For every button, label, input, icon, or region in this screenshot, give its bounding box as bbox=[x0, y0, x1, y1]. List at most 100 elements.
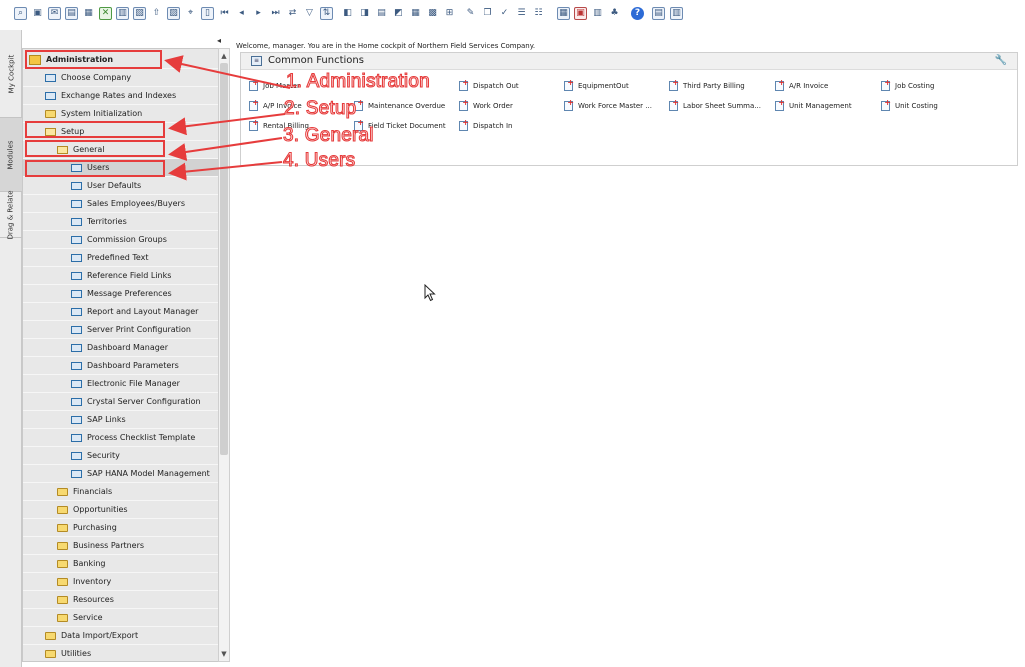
print-icon[interactable]: ▣ bbox=[31, 7, 44, 20]
document-icon[interactable]: ▨ bbox=[167, 7, 180, 20]
tree-item-sales-employees-buyers[interactable]: Sales Employees/Buyers bbox=[23, 195, 219, 213]
tree-scrollbar[interactable]: ▲ ▼ bbox=[218, 48, 230, 662]
alerts-icon[interactable]: ☷ bbox=[532, 7, 545, 20]
function-a-r-invoice[interactable]: A/R Invoice bbox=[775, 78, 828, 93]
tree-item-electronic-file-manager[interactable]: Electronic File Manager bbox=[23, 375, 219, 393]
function-unit-management[interactable]: Unit Management bbox=[775, 98, 852, 113]
window-icon[interactable]: ▤ bbox=[652, 7, 665, 20]
add-icon[interactable]: ▯ bbox=[201, 7, 214, 20]
target-document-icon[interactable]: ◨ bbox=[358, 7, 371, 20]
function-work-order[interactable]: Work Order bbox=[459, 98, 513, 113]
function-work-force-master[interactable]: Work Force Master ... bbox=[564, 98, 652, 113]
tree-item-server-print-configuration[interactable]: Server Print Configuration bbox=[23, 321, 219, 339]
tree-item-report-and-layout-manager[interactable]: Report and Layout Manager bbox=[23, 303, 219, 321]
scrollbar-thumb[interactable] bbox=[220, 63, 228, 455]
approve-icon[interactable]: ✓ bbox=[498, 7, 511, 20]
next-record-icon[interactable]: ▸ bbox=[252, 7, 265, 20]
tree-item-utilities[interactable]: Utilities bbox=[23, 645, 219, 661]
tree-item-financials[interactable]: Financials bbox=[23, 483, 219, 501]
tree-item-sap-hana-model-management[interactable]: SAP HANA Model Management bbox=[23, 465, 219, 483]
relation-map-icon[interactable]: ▩ bbox=[426, 7, 439, 20]
scroll-down-icon[interactable]: ▼ bbox=[219, 649, 229, 659]
tree-item-setup[interactable]: Setup bbox=[23, 123, 219, 141]
help-icon[interactable]: ? bbox=[631, 7, 644, 20]
last-record-icon[interactable]: ⏭ bbox=[269, 7, 282, 20]
collapse-panel-icon[interactable]: ◂ bbox=[217, 36, 221, 45]
tree-item-predefined-text[interactable]: Predefined Text bbox=[23, 249, 219, 267]
tree-item-purchasing[interactable]: Purchasing bbox=[23, 519, 219, 537]
scroll-up-icon[interactable]: ▲ bbox=[219, 51, 229, 61]
tree-item-sap-links[interactable]: SAP Links bbox=[23, 411, 219, 429]
spreadsheet-icon[interactable]: ▥ bbox=[591, 7, 604, 20]
tree-item-crystal-server-configuration[interactable]: Crystal Server Configuration bbox=[23, 393, 219, 411]
function-maintenance-overdue[interactable]: Maintenance Overdue bbox=[354, 98, 445, 113]
folder-icon bbox=[57, 577, 68, 586]
calendar-icon[interactable]: ▣ bbox=[574, 7, 587, 20]
copy-icon[interactable]: ❐ bbox=[481, 7, 494, 20]
tree-item-reference-field-links[interactable]: Reference Field Links bbox=[23, 267, 219, 285]
lock-icon[interactable]: ▥ bbox=[116, 7, 129, 20]
function-third-party-billing[interactable]: Third Party Billing bbox=[669, 78, 745, 93]
tree-item-choose-company[interactable]: Choose Company bbox=[23, 69, 219, 87]
journal-icon[interactable]: ◩ bbox=[392, 7, 405, 20]
tree-item-process-checklist-template[interactable]: Process Checklist Template bbox=[23, 429, 219, 447]
edit-icon[interactable]: ✎ bbox=[464, 7, 477, 20]
find-icon[interactable]: ⌖ bbox=[184, 7, 197, 20]
tree-item-users[interactable]: Users bbox=[23, 159, 219, 177]
base-document-icon[interactable]: ◧ bbox=[341, 7, 354, 20]
tree-item-commission-groups[interactable]: Commission Groups bbox=[23, 231, 219, 249]
function-job-costing[interactable]: Job Costing bbox=[881, 78, 934, 93]
email-icon[interactable]: ✉ bbox=[48, 7, 61, 20]
tree-item-business-partners[interactable]: Business Partners bbox=[23, 537, 219, 555]
layout-icon[interactable]: ▥ bbox=[670, 7, 683, 20]
function-label: Third Party Billing bbox=[683, 82, 745, 90]
tree-item-inventory[interactable]: Inventory bbox=[23, 573, 219, 591]
first-record-icon[interactable]: ⏮ bbox=[218, 7, 231, 20]
previous-record-icon[interactable]: ◂ bbox=[235, 7, 248, 20]
calculator-icon[interactable]: ▦ bbox=[557, 7, 570, 20]
filter-icon[interactable]: ▽ bbox=[303, 7, 316, 20]
tree-item-system-initialization[interactable]: System Initialization bbox=[23, 105, 219, 123]
payment-icon[interactable]: ▦ bbox=[409, 7, 422, 20]
tree-item-territories[interactable]: Territories bbox=[23, 213, 219, 231]
tree-item-dashboard-manager[interactable]: Dashboard Manager bbox=[23, 339, 219, 357]
up-icon[interactable]: ⇧ bbox=[150, 7, 163, 20]
tree-item-message-preferences[interactable]: Message Preferences bbox=[23, 285, 219, 303]
gross-profit-icon[interactable]: ▤ bbox=[375, 7, 388, 20]
settings-icon[interactable]: ⊞ bbox=[443, 7, 456, 20]
tab-my-cockpit-label: My Cockpit bbox=[7, 54, 15, 93]
function-field-ticket-document[interactable]: Field Ticket Document bbox=[354, 118, 446, 133]
tree-item-user-defaults[interactable]: User Defaults bbox=[23, 177, 219, 195]
function-job-master[interactable]: Job Master bbox=[249, 78, 300, 93]
function-equipmentout[interactable]: EquipmentOut bbox=[564, 78, 629, 93]
export-pdf-icon[interactable]: ▤ bbox=[65, 7, 78, 20]
print-preview-icon[interactable]: ⌕ bbox=[14, 7, 27, 20]
tree-item-dashboard-parameters[interactable]: Dashboard Parameters bbox=[23, 357, 219, 375]
function-a-p-invoice[interactable]: A/P Invoice bbox=[249, 98, 302, 113]
sort-icon[interactable]: ⇅ bbox=[320, 7, 333, 20]
export-excel-icon[interactable]: ▦ bbox=[82, 7, 95, 20]
wrench-icon[interactable]: 🔧 bbox=[995, 55, 1007, 66]
function-unit-costing[interactable]: Unit Costing bbox=[881, 98, 938, 113]
org-chart-icon[interactable]: ♣ bbox=[608, 7, 621, 20]
export-word-icon[interactable]: ✕ bbox=[99, 7, 112, 20]
function-dispatch-out[interactable]: Dispatch Out bbox=[459, 78, 519, 93]
tree-item-exchange-rates[interactable]: Exchange Rates and Indexes bbox=[23, 87, 219, 105]
tree-item-service[interactable]: Service bbox=[23, 609, 219, 627]
tree-item-banking[interactable]: Banking bbox=[23, 555, 219, 573]
function-dispatch-in[interactable]: Dispatch In bbox=[459, 118, 512, 133]
tab-my-cockpit[interactable]: My Cockpit bbox=[0, 30, 22, 118]
tree-item-general[interactable]: General bbox=[23, 141, 219, 159]
function-rental-billing[interactable]: Rental Billing bbox=[249, 118, 309, 133]
tree-item-data-import-export[interactable]: Data Import/Export bbox=[23, 627, 219, 645]
tree-item-resources[interactable]: Resources bbox=[23, 591, 219, 609]
function-labor-sheet-summa[interactable]: Labor Sheet Summa... bbox=[669, 98, 761, 113]
refresh-icon[interactable]: ⇄ bbox=[286, 7, 299, 20]
tree-item-security[interactable]: Security bbox=[23, 447, 219, 465]
tree-item-administration[interactable]: Administration bbox=[23, 51, 219, 69]
tab-modules[interactable]: Modules bbox=[0, 118, 22, 192]
messages-icon[interactable]: ☰ bbox=[515, 7, 528, 20]
unlock-icon[interactable]: ▧ bbox=[133, 7, 146, 20]
tree-item-opportunities[interactable]: Opportunities bbox=[23, 501, 219, 519]
tab-drag-relate[interactable]: Drag & Relate bbox=[0, 190, 22, 239]
